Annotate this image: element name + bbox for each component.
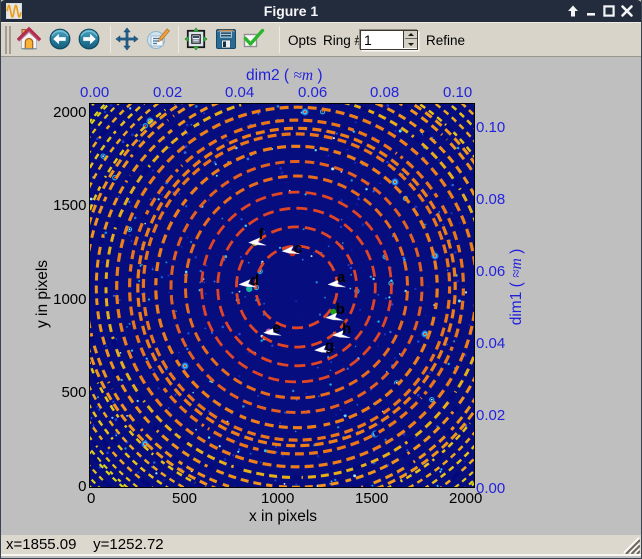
svg-text:c: c [294, 240, 302, 257]
svg-text:d: d [250, 272, 259, 289]
svg-text:a: a [337, 269, 346, 286]
svg-text:e: e [272, 319, 280, 336]
svg-text:g: g [325, 337, 334, 354]
svg-text:h: h [342, 320, 351, 337]
svg-text:b: b [336, 301, 345, 318]
